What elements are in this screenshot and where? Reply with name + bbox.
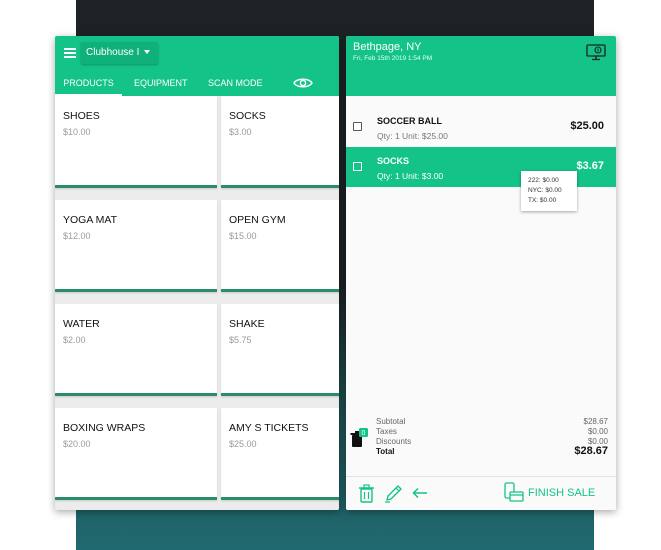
product-price: $10.00 [63, 127, 91, 137]
discount-badge-count: 0 [362, 430, 366, 437]
pos-screen: Clubhouse I PRODUCTS EQUIPMENT SCAN MODE… [0, 0, 661, 550]
store-location: Bethpage, NY [353, 41, 422, 53]
finish-sale-button[interactable]: FINISH SALE [504, 482, 604, 504]
tab-scan-mode[interactable]: SCAN MODE [208, 72, 263, 96]
tax-line: 222: $0.00 [528, 177, 559, 184]
line-item-detail: Qty: 1 Unit: $25.00 [377, 131, 448, 141]
taxes-label: Taxes [376, 427, 397, 436]
line-item-total: $25.00 [570, 120, 604, 132]
product-tile[interactable]: YOGA MAT $12.00 [55, 200, 217, 292]
product-tile[interactable]: WATER $2.00 [55, 304, 217, 396]
line-item-checkbox[interactable] [353, 122, 362, 131]
cart-actions: FINISH SALE [346, 476, 616, 510]
product-price: $2.00 [63, 335, 86, 345]
finish-sale-label: FINISH SALE [528, 487, 596, 499]
cart-line-item[interactable]: SOCCER BALL Qty: 1 Unit: $25.00 $25.00 [346, 107, 616, 147]
line-item-total: $3.67 [576, 160, 604, 172]
product-tile[interactable]: OPEN GYM $15.00 [221, 200, 339, 292]
line-item-checkbox[interactable] [353, 162, 362, 171]
subtotal-value: $28.67 [583, 417, 608, 426]
total-value: $28.67 [574, 445, 608, 457]
line-item-detail: Qty: 1 Unit: $3.00 [377, 171, 444, 181]
subtotal-label: Subtotal [376, 417, 406, 426]
product-name: SHOES [63, 110, 100, 122]
product-price: $25.00 [229, 439, 257, 449]
product-tile[interactable]: SHAKE $5.75 [221, 304, 339, 396]
location-select[interactable]: Clubhouse I [81, 42, 159, 64]
product-name: YOGA MAT [63, 214, 118, 226]
product-name: SOCKS [229, 110, 266, 122]
tax-line: TX: $0.00 [528, 197, 557, 204]
line-item-name: SOCKS [377, 156, 410, 166]
tab-products[interactable]: PRODUCTS [55, 72, 122, 96]
cart-header: Bethpage, NY Fri, Feb 15th 2019 1:54 PM [346, 36, 616, 96]
register-icon[interactable] [586, 43, 606, 61]
product-grid: SHOES $10.00 SOCKS $3.00 YOGA MAT $12.00 OPEN … [55, 96, 339, 510]
line-item-name: SOCCER BALL [377, 116, 442, 126]
product-tile[interactable]: AMY S TICKETS $25.00 [221, 408, 339, 500]
pencil-icon[interactable] [384, 484, 402, 503]
product-panel: Clubhouse I PRODUCTS EQUIPMENT SCAN MODE… [55, 36, 339, 510]
tax-line: NYC: $0.00 [528, 187, 562, 194]
payment-icon [504, 482, 524, 502]
product-price: $3.00 [229, 127, 252, 137]
product-tile[interactable]: SHOES $10.00 [55, 96, 217, 188]
product-name: WATER [63, 318, 100, 330]
product-name: BOXING WRAPS [63, 422, 146, 434]
product-name: SHAKE [229, 318, 265, 330]
caret-down-icon [144, 50, 151, 55]
product-price: $20.00 [63, 439, 91, 449]
product-price: $5.75 [229, 335, 252, 345]
clear-discount-trash-icon[interactable]: 0 [350, 428, 368, 448]
product-price: $12.00 [63, 231, 91, 241]
arrow-left-icon[interactable] [412, 487, 428, 499]
taxes-value: $0.00 [587, 427, 608, 436]
tax-breakdown-tooltip: 222: $0.00 NYC: $0.00 TX: $0.00 [521, 171, 577, 211]
product-price: $15.00 [229, 231, 257, 241]
product-tabs: PRODUCTS EQUIPMENT SCAN MODE [55, 72, 339, 96]
eye-icon[interactable] [293, 76, 313, 90]
location-select-label: Clubhouse I [86, 47, 140, 58]
trash-icon[interactable] [358, 484, 375, 503]
product-header: Clubhouse I PRODUCTS EQUIPMENT SCAN MODE [55, 36, 339, 96]
sale-datetime: Fri, Feb 15th 2019 1:54 PM [353, 55, 433, 62]
cart-panel: Bethpage, NY Fri, Feb 15th 2019 1:54 PM … [346, 36, 616, 510]
hamburger-icon[interactable] [64, 48, 76, 58]
product-name: AMY S TICKETS [229, 422, 309, 434]
product-tile[interactable]: BOXING WRAPS $20.00 [55, 408, 217, 500]
order-summary: 0 Subtotal $28.67 Taxes $0.00 Discounts … [346, 414, 616, 464]
total-label: Total [376, 447, 395, 456]
product-tile[interactable]: SOCKS $3.00 [221, 96, 339, 188]
tab-equipment[interactable]: EQUIPMENT [134, 72, 188, 96]
product-name: OPEN GYM [229, 214, 286, 226]
discounts-label: Discounts [376, 437, 412, 446]
